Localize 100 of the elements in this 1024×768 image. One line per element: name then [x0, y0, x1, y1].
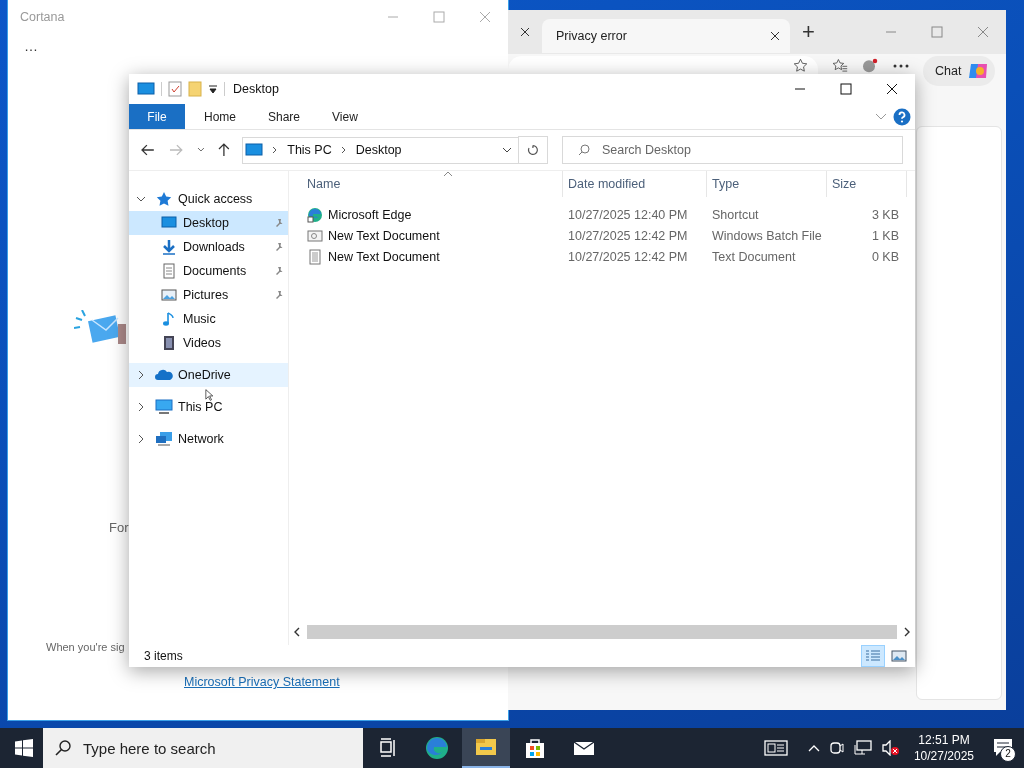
ribbon-tab[interactable]: Home	[191, 104, 249, 129]
nav-item[interactable]: Videos	[129, 331, 288, 355]
back-icon[interactable]	[141, 144, 155, 156]
pin-icon[interactable]	[274, 266, 284, 276]
nav-item[interactable]: Music	[129, 307, 288, 331]
file-row[interactable]: Microsoft Edge 10/27/2025 12:40 PM Shortcut 3 KB	[307, 204, 915, 225]
file-icon	[307, 206, 323, 223]
table-cell-text: 3 KB	[870, 207, 900, 222]
ribbon-tab[interactable]: File	[129, 104, 185, 129]
column-header[interactable]: Size	[827, 171, 907, 197]
chevron-icon[interactable]	[272, 146, 279, 154]
table-cell-text: Windows Batch File	[711, 228, 823, 243]
taskbar-search-field[interactable]: Type here to search	[43, 728, 363, 768]
help-icon[interactable]	[893, 107, 911, 126]
pin-icon[interactable]	[274, 242, 284, 252]
browser-tab[interactable]: Privacy error	[542, 19, 790, 53]
tab-close-icon[interactable]	[770, 31, 780, 41]
breadcrumb-item[interactable]: Desktop	[355, 143, 402, 157]
computer-icon	[155, 399, 173, 415]
column-header[interactable]: Type	[707, 171, 827, 197]
picture-icon	[161, 287, 177, 303]
column-header[interactable]: Date modified	[563, 171, 707, 197]
download-icon	[161, 239, 177, 255]
cursor-icon	[205, 389, 213, 401]
properties-icon[interactable]	[168, 81, 182, 97]
pin-icon[interactable]	[274, 290, 284, 300]
nav-item[interactable]: Network	[129, 427, 288, 451]
clock-time[interactable]: 12:51 PM	[918, 732, 970, 748]
chevron-icon[interactable]	[136, 370, 146, 380]
ribbon-tab[interactable]: Share	[255, 104, 314, 129]
camera-icon[interactable]	[829, 740, 844, 756]
file-icon	[307, 227, 323, 244]
start-icon[interactable]	[15, 739, 33, 757]
browser-icon[interactable]	[425, 736, 449, 760]
file-name: New Text Document	[328, 249, 440, 264]
favorites-icon[interactable]	[832, 58, 848, 73]
sort-icon	[443, 171, 453, 177]
search-field[interactable]: Search Desktop	[561, 136, 903, 164]
file-row[interactable]: New Text Document 10/27/2025 12:42 PM Text Document 0 KB	[307, 246, 915, 267]
scroll-left-icon[interactable]	[293, 627, 301, 637]
nav-item[interactable]: Pictures	[129, 283, 288, 307]
refresh-icon[interactable]	[518, 136, 548, 164]
desktop-icon	[161, 215, 177, 231]
more-button[interactable]: …	[20, 38, 42, 54]
clock-date[interactable]: 10/27/2025	[913, 748, 974, 764]
file-row[interactable]: New Text Document 10/27/2025 12:42 PM Windows Batch File 1 KB	[307, 225, 915, 246]
table-cell-text: 1 KB	[870, 228, 900, 243]
column-header[interactable]: Name	[307, 171, 563, 197]
scrollbar-thumb[interactable]	[307, 625, 897, 639]
table-cell-text: 10/27/2025 12:42 PM	[567, 249, 689, 264]
dropdown-icon[interactable]	[208, 84, 218, 94]
store-icon[interactable]	[523, 736, 547, 760]
film-icon	[161, 335, 177, 351]
breadcrumb-item[interactable]: This PC	[287, 143, 332, 157]
network-icon[interactable]	[853, 740, 872, 756]
chat-button[interactable]: Chat	[923, 56, 996, 86]
document-icon	[161, 263, 177, 279]
extension-icon[interactable]	[862, 58, 879, 73]
cortana-text: When you're sig	[46, 641, 125, 653]
file-icon	[307, 248, 323, 265]
file-name: New Text Document	[328, 228, 440, 243]
new-tab-button[interactable]: +	[790, 19, 827, 45]
computer-icon	[137, 82, 155, 96]
scroll-right-icon[interactable]	[903, 627, 911, 637]
network-icon	[155, 431, 173, 447]
pin-icon[interactable]	[274, 218, 284, 228]
address-bar[interactable]: This PC Desktop	[242, 136, 520, 164]
taskbar-button[interactable]	[462, 728, 510, 768]
table-cell-text: 10/27/2025 12:42 PM	[567, 228, 689, 243]
chevron-icon[interactable]	[340, 146, 347, 154]
nav-item[interactable]: Documents	[129, 259, 288, 283]
status-text: 3 items	[144, 649, 183, 663]
chevron-icon[interactable]	[136, 194, 146, 204]
chevron-up-icon[interactable]	[807, 744, 820, 752]
news-icon[interactable]	[763, 740, 788, 756]
cortana-heading: For	[109, 520, 129, 535]
nav-item[interactable]: This PC	[129, 395, 288, 419]
nav-item[interactable]: OneDrive	[129, 363, 288, 387]
music-note-icon	[161, 311, 177, 327]
computer-icon	[245, 143, 264, 157]
chevron-icon[interactable]	[136, 434, 146, 444]
window-title: Desktop	[233, 82, 279, 96]
volume-muted-icon[interactable]	[881, 740, 900, 756]
more-icon[interactable]	[893, 64, 909, 68]
chevron-icon[interactable]	[136, 402, 146, 412]
nav-item[interactable]: Desktop	[129, 211, 288, 235]
dropdown-icon[interactable]	[502, 147, 513, 153]
notifications-button[interactable]: 2	[984, 728, 1024, 768]
table-cell-text: Text Document	[711, 249, 797, 264]
nav-item[interactable]: Quick access	[129, 187, 288, 211]
cloud-icon	[155, 367, 173, 383]
tab-close-icon[interactable]	[520, 27, 530, 37]
table-cell-text: Shortcut	[711, 207, 760, 222]
recent-locations-icon[interactable]	[196, 147, 205, 153]
star-icon	[155, 191, 173, 207]
ribbon-tab[interactable]: View	[319, 104, 371, 129]
up-icon[interactable]	[218, 143, 231, 157]
privacy-link[interactable]: Microsoft Privacy Statement	[184, 675, 340, 689]
nav-item[interactable]: Downloads	[129, 235, 288, 259]
star-icon[interactable]	[793, 57, 808, 73]
